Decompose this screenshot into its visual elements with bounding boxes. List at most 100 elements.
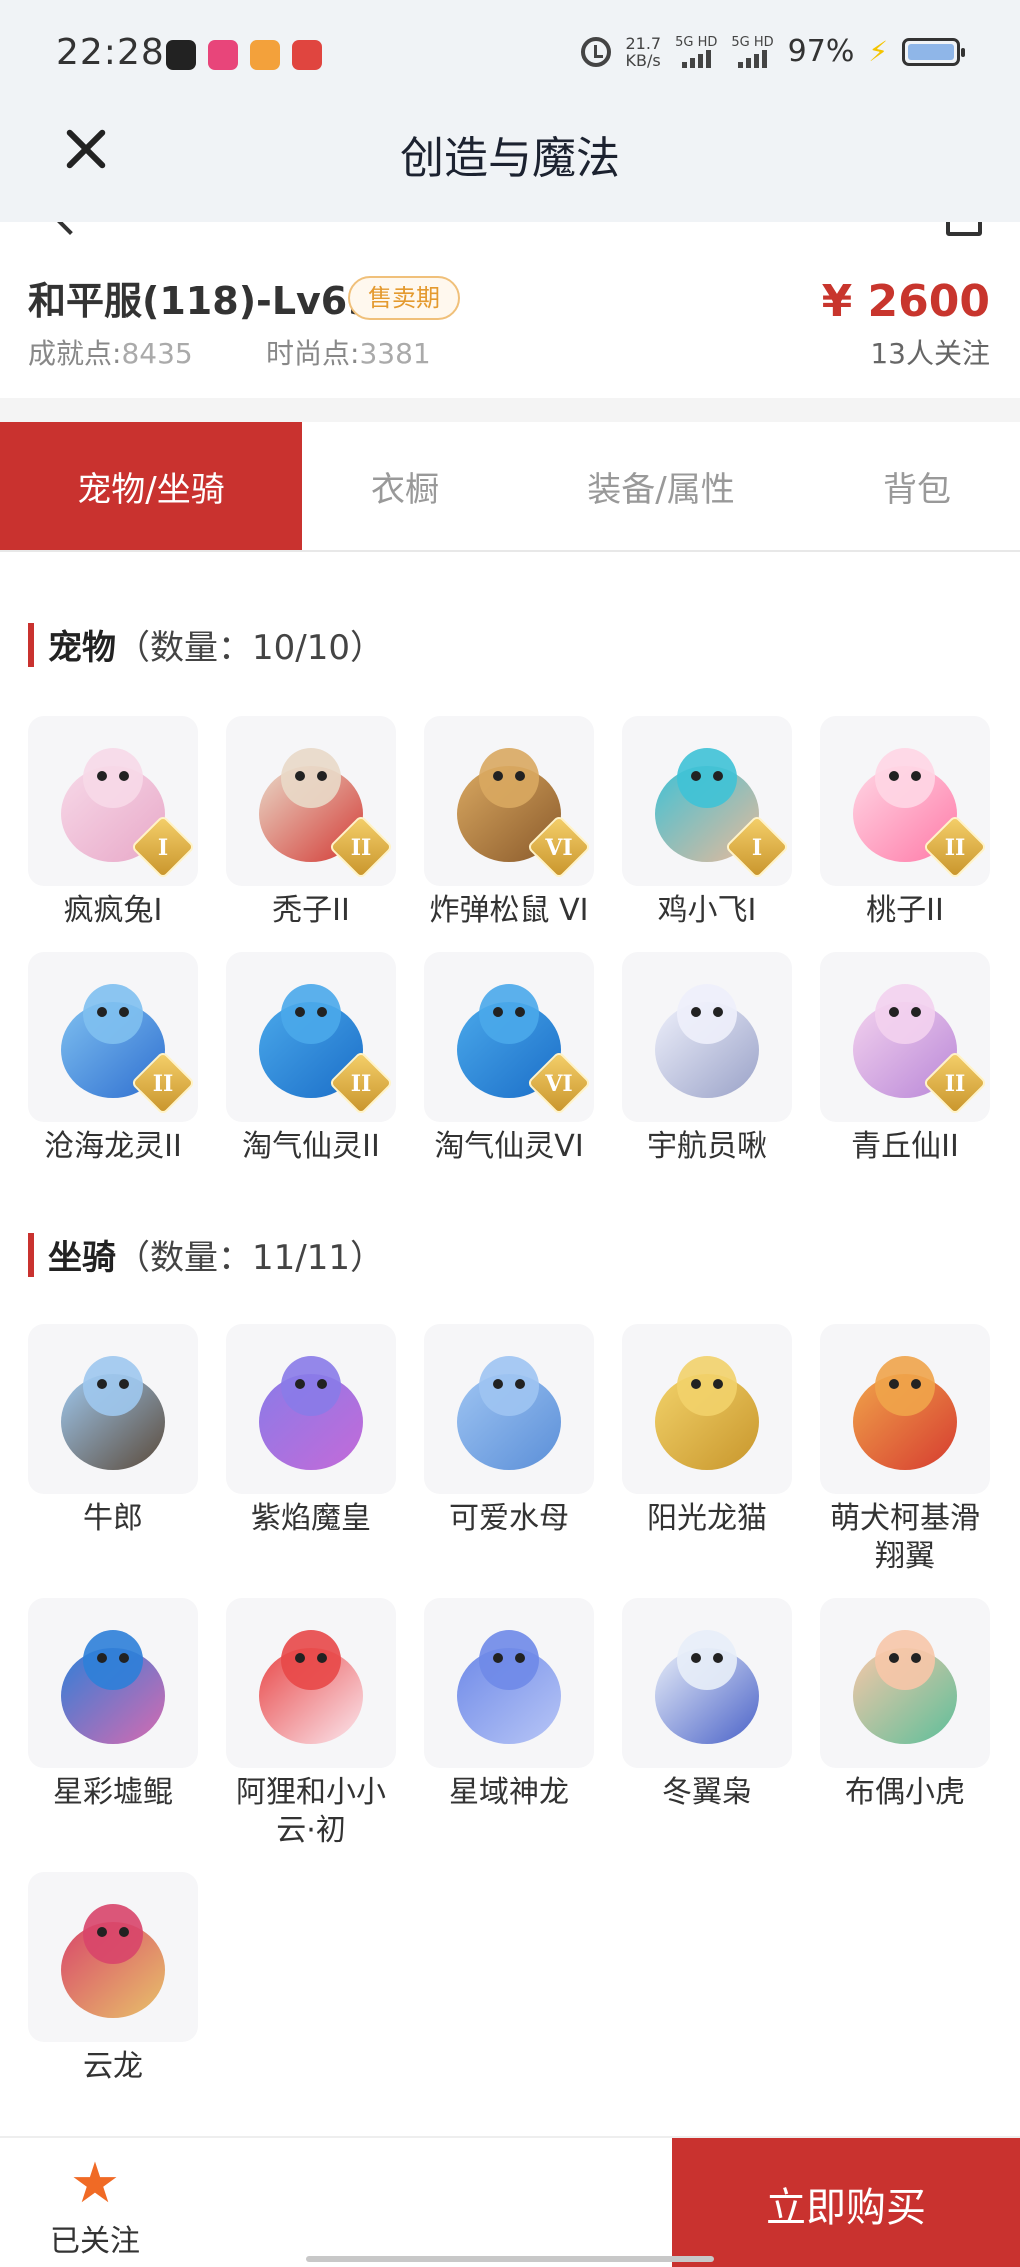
speed-value: 21.7 (625, 33, 662, 53)
mounts-grid: 牛郎 紫焰魔皇 可爱水母 阳光龙猫 萌犬柯基滑翔翼星彩墟鲲 阿狸和小小云·初 星域神龙 冬翼枭… (28, 1324, 994, 2094)
signal-sim2-icon: 5G HD (731, 34, 774, 68)
pet-item[interactable]: II 淘气仙灵II (226, 952, 396, 1166)
mount-item[interactable]: 紫焰魔皇 (226, 1324, 396, 1538)
notification-icons (166, 40, 322, 70)
mount-name: 萌犬柯基滑翔翼 (830, 1501, 980, 1574)
battery-icon (902, 37, 965, 66)
achievement-label: 成就点: (28, 337, 122, 370)
pet-image: VI (424, 952, 594, 1122)
pet-name: 桃子II (866, 893, 944, 928)
back-arrow-icon[interactable] (53, 222, 87, 235)
mount-name: 牛郎 (83, 1501, 143, 1536)
mount-item[interactable]: 云龙 (28, 1872, 198, 2086)
mount-image (820, 1598, 990, 1768)
app-notification-icon (292, 40, 322, 70)
pet-name: 淘气仙灵II (242, 1129, 380, 1164)
title-bar: 创造与魔法 (0, 110, 1020, 222)
page-title: 创造与魔法 (400, 133, 620, 184)
mount-item[interactable]: 布偶小虎 (820, 1598, 990, 1812)
pet-image: II (28, 952, 198, 1122)
pet-image: II (226, 716, 396, 886)
pet-item[interactable]: I 鸡小飞I (622, 716, 792, 930)
signal-sim1-icon: 5G HD (675, 34, 718, 68)
sim2-label: 5G HD (731, 34, 774, 50)
app-notification-icon (208, 40, 238, 70)
bottom-action-bar: ★ 已关注 立即购买 (0, 2136, 1020, 2267)
mount-item[interactable]: 星域神龙 (424, 1598, 594, 1812)
follow-button[interactable]: ★ 已关注 (40, 2152, 150, 2260)
pet-name: 鸡小飞I (657, 893, 757, 928)
pet-name: 秃子II (272, 893, 350, 928)
pet-image: I (622, 716, 792, 886)
mounts-title: 坐骑 (48, 1238, 116, 1278)
mount-name: 冬翼枭 (662, 1775, 752, 1810)
tab-pets-mounts[interactable]: 宠物/坐骑 (0, 422, 302, 550)
status-badge: 售卖期 (348, 276, 460, 320)
mount-image (424, 1598, 594, 1768)
mount-image (820, 1324, 990, 1494)
buy-now-button[interactable]: 立即购买 (672, 2138, 1020, 2267)
fashion-value: 3381 (359, 337, 431, 370)
pet-image: VI (424, 716, 594, 886)
account-name: 和平服(118)-Lv69 (28, 279, 374, 323)
mount-image (28, 1872, 198, 2042)
scrolled-header-fragment (0, 222, 1020, 240)
follower-count: 13人关注 (870, 337, 990, 370)
tier-label: II (944, 1070, 966, 1097)
achievement-points: 成就点:8435 (28, 332, 193, 372)
pet-item[interactable]: II 秃子II (226, 716, 396, 930)
pet-item[interactable]: I 疯疯兔I (28, 716, 198, 930)
pet-item[interactable]: II 沧海龙灵II (28, 952, 198, 1166)
pet-item[interactable]: II 青丘仙II (820, 952, 990, 1166)
pet-name: 淘气仙灵VI (434, 1129, 584, 1164)
status-indicators: 21.7 KB/s 5G HD 5G HD 97% ⚡ (581, 33, 965, 70)
pets-section-title: 宠物 （数量：10/10） (28, 620, 384, 669)
mount-name: 星彩墟鲲 (53, 1775, 173, 1810)
pet-name: 青丘仙II (851, 1129, 959, 1164)
mount-item[interactable]: 阳光龙猫 (622, 1324, 792, 1538)
mount-name: 云龙 (83, 2049, 143, 2084)
mount-item[interactable]: 可爱水母 (424, 1324, 594, 1538)
mount-item[interactable]: 星彩墟鲲 (28, 1598, 198, 1812)
mount-name: 紫焰魔皇 (251, 1501, 371, 1536)
pet-image: II (226, 952, 396, 1122)
battery-percent: 97% (787, 34, 855, 69)
price: ¥ 2600 (821, 276, 990, 327)
mount-item[interactable]: 冬翼枭 (622, 1598, 792, 1812)
pet-item[interactable]: 宇航员啾 (622, 952, 792, 1166)
achievement-value: 8435 (121, 337, 193, 370)
pet-item[interactable]: VI 炸弹松鼠 VI (424, 716, 594, 930)
fashion-points: 时尚点:3381 (266, 332, 431, 372)
mount-item[interactable]: 牛郎 (28, 1324, 198, 1538)
home-indicator[interactable] (306, 2256, 714, 2262)
tier-label: VI (545, 1070, 573, 1097)
pet-name: 疯疯兔I (63, 893, 163, 928)
pet-name: 沧海龙灵II (44, 1129, 182, 1164)
app-notification-icon (250, 40, 280, 70)
speed-unit: KB/s (625, 50, 661, 70)
tab-wardrobe[interactable]: 衣橱 (302, 422, 508, 550)
tab-equipment[interactable]: 装备/属性 (508, 422, 814, 550)
tab-backpack[interactable]: 背包 (814, 422, 1020, 550)
pets-count: （数量：10/10） (116, 628, 384, 668)
pet-name: 炸弹松鼠 VI (429, 893, 589, 928)
tier-label: I (751, 834, 763, 861)
pet-item[interactable]: VI 淘气仙灵VI (424, 952, 594, 1166)
clock: 22:28 (56, 32, 165, 73)
mount-image (226, 1598, 396, 1768)
star-icon: ★ (69, 2151, 121, 2216)
pet-image: I (28, 716, 198, 886)
pet-image: II (820, 952, 990, 1122)
mount-image (424, 1324, 594, 1494)
mount-item[interactable]: 萌犬柯基滑翔翼 (820, 1324, 990, 1576)
mount-name: 星域神龙 (449, 1775, 569, 1810)
mount-name: 可爱水母 (449, 1501, 569, 1536)
divider (0, 398, 1020, 422)
sim1-label: 5G HD (675, 34, 718, 50)
tab-bar: 宠物/坐骑 衣橱 装备/属性 背包 (0, 422, 1020, 552)
follow-label: 已关注 (50, 2224, 140, 2259)
mount-item[interactable]: 阿狸和小小云·初 (226, 1598, 396, 1850)
pet-item[interactable]: II 桃子II (820, 716, 990, 930)
app-notification-icon (166, 40, 196, 70)
share-icon[interactable] (946, 222, 982, 236)
